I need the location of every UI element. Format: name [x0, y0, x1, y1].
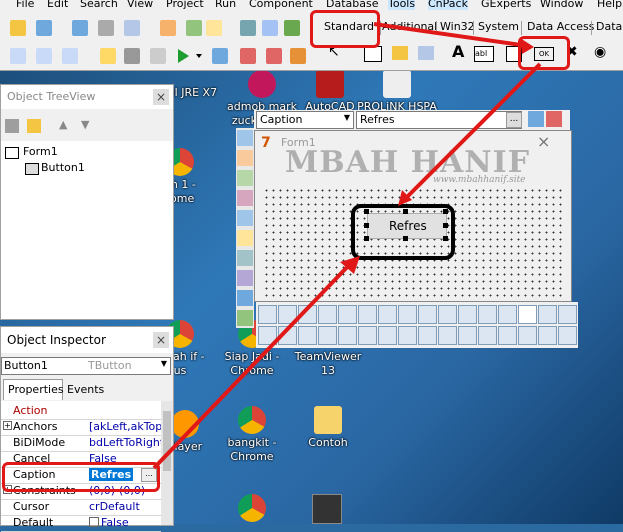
arrow-line	[152, 260, 354, 470]
arrow-line	[402, 62, 542, 202]
annotation-arrows	[152, 22, 542, 470]
arrow-line	[373, 22, 529, 48]
arrow-head	[520, 38, 534, 54]
